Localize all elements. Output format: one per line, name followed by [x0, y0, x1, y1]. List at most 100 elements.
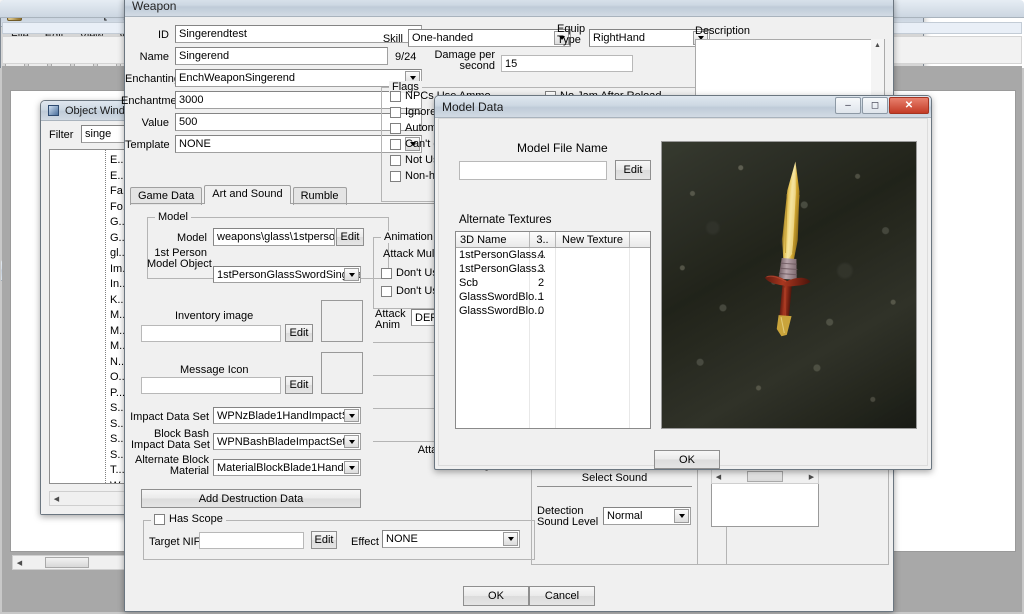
skill-combo[interactable]: One-handed [408, 29, 571, 47]
model-data-window-controls[interactable]: – ◻ ✕ [835, 97, 929, 114]
col-new-texture[interactable]: New Texture [556, 232, 630, 247]
cell-new-texture [556, 304, 630, 318]
model-preview-viewport[interactable] [661, 141, 917, 429]
chevron-down-icon[interactable] [503, 532, 518, 546]
table-row-empty[interactable] [456, 402, 650, 416]
checkbox-icon[interactable] [390, 154, 401, 166]
table-row[interactable]: 1stPersonGlass... 3 [456, 262, 650, 276]
impact-data-set-combo[interactable]: WPNzBlade1HandImpactSet [213, 407, 361, 424]
weapon-tab-strip[interactable]: Game Data Art and Sound Rumble [130, 185, 349, 205]
first-person-model-value: 1stPersonGlassSwordSingerend [217, 269, 361, 281]
maximize-icon[interactable]: ◻ [862, 97, 888, 114]
has-scope-checkbox[interactable]: Has Scope [151, 513, 226, 525]
description-label: Description [695, 25, 751, 37]
table-row[interactable]: GlassSwordBlo... 0 [456, 304, 650, 318]
checkbox-icon[interactable] [154, 513, 165, 525]
first-person-model-combo[interactable]: 1stPersonGlassSwordSingerend [213, 266, 361, 283]
cell-spacer [630, 304, 650, 318]
name-char-counter: 9/24 [395, 51, 417, 63]
cell-3d-name: Scb [456, 276, 530, 290]
checkbox-icon[interactable] [390, 170, 401, 182]
model-path-input[interactable]: weapons\glass\1stpersongla: [213, 228, 335, 246]
attack-anim-label: Attack Anim [375, 308, 406, 331]
message-icon-thumbnail[interactable] [321, 352, 363, 394]
scroll-up-icon[interactable]: ▲ [871, 39, 884, 52]
alternate-textures-header[interactable]: 3D Name 3.. New Texture [456, 232, 650, 248]
detection-sound-level-combo[interactable]: Normal [603, 507, 691, 525]
checkbox-icon[interactable] [390, 122, 401, 134]
first-person-model-label: 1st Person Model Object [147, 247, 212, 270]
alternate-block-combo[interactable]: MaterialBlockBlade1Hand [213, 459, 361, 476]
name-input[interactable]: Singerend [175, 47, 388, 65]
chevron-down-icon[interactable] [344, 409, 359, 422]
table-row-empty[interactable] [456, 332, 650, 346]
checkbox-icon[interactable] [381, 285, 392, 297]
alternate-textures-rows[interactable]: 1stPersonGlass... 4 1stPersonGlass... 3 Scb 2… [456, 248, 650, 428]
scroll-left-icon[interactable]: ◀ [712, 470, 725, 483]
scroll-left-icon[interactable]: ◀ [13, 556, 26, 569]
message-icon-input[interactable] [141, 377, 281, 394]
equip-type-value: RightHand [593, 32, 645, 44]
table-row[interactable]: GlassSwordBlo... 1 [456, 290, 650, 304]
inventory-image-edit-button[interactable]: Edit [285, 324, 313, 342]
col-index[interactable]: 3.. [530, 232, 556, 247]
target-nif-input[interactable] [199, 532, 304, 549]
table-row-empty[interactable] [456, 388, 650, 402]
block-bash-combo[interactable]: WPNBashBladeImpactSet [213, 433, 361, 450]
message-icon-label: Message Icon [180, 364, 249, 376]
close-icon[interactable]: ✕ [889, 97, 929, 114]
model-data-ok-button[interactable]: OK [654, 450, 720, 469]
block-bash-label: Block Bash Impact Data Set [131, 428, 210, 451]
skill-label: Skill [382, 33, 403, 45]
inventory-image-thumbnail[interactable] [321, 300, 363, 342]
add-destruction-data-button[interactable]: Add Destruction Data [141, 489, 361, 508]
chevron-down-icon[interactable] [674, 509, 689, 523]
chevron-down-icon[interactable] [344, 461, 359, 474]
table-row-empty[interactable] [456, 416, 650, 428]
tab-art-and-sound[interactable]: Art and Sound [204, 185, 291, 204]
cell-view-hscroll-thumb[interactable] [45, 557, 89, 568]
scroll-right-icon[interactable]: ▶ [805, 470, 818, 483]
weapon-cancel-button[interactable]: Cancel [529, 586, 595, 606]
minimize-icon[interactable]: – [835, 97, 861, 114]
table-row-empty[interactable] [456, 374, 650, 388]
scroll-left-icon[interactable]: ◀ [50, 492, 63, 505]
table-row[interactable]: 1stPersonGlass... 4 [456, 248, 650, 262]
table-row-empty[interactable] [456, 318, 650, 332]
has-scope-label: Has Scope [169, 513, 223, 525]
enchanting-combo[interactable]: EnchWeaponSingerend [175, 69, 422, 87]
weapon-ok-button[interactable]: OK [463, 586, 529, 606]
chevron-down-icon[interactable] [344, 268, 359, 281]
dps-input[interactable]: 15 [501, 55, 633, 72]
table-row-empty[interactable] [456, 360, 650, 374]
alternate-textures-label: Alternate Textures [459, 214, 552, 226]
table-row-empty[interactable] [456, 346, 650, 360]
checkbox-icon[interactable] [390, 106, 401, 118]
cell-spacer [630, 276, 650, 290]
alternate-textures-table[interactable]: 3D Name 3.. New Texture 1stPersonGlass..… [455, 231, 651, 429]
effect-combo[interactable]: NONE [382, 530, 520, 548]
chevron-down-icon[interactable] [344, 435, 359, 448]
select-sound-button[interactable]: Select Sound [537, 469, 692, 487]
col-3d-name[interactable]: 3D Name [456, 232, 530, 247]
inventory-image-input[interactable] [141, 325, 281, 342]
detection-sound-level-label: Detection Sound Level [537, 505, 599, 528]
checkbox-icon[interactable] [390, 90, 401, 102]
model-file-edit-button[interactable]: Edit [615, 160, 651, 180]
checkbox-icon[interactable] [390, 138, 401, 150]
table-row[interactable]: Scb 2 [456, 276, 650, 290]
checkbox-icon[interactable] [381, 267, 392, 279]
col-spacer[interactable] [630, 232, 650, 247]
cell-index: 1 [530, 290, 556, 304]
keywords-hscrollbar[interactable]: ◀ ▶ [711, 469, 819, 484]
impact-data-set-label: Impact Data Set [130, 411, 209, 423]
equip-type-combo[interactable]: RightHand [589, 29, 710, 47]
model-file-name-input[interactable] [459, 161, 607, 180]
model-edit-button[interactable]: Edit [336, 228, 364, 246]
id-label: ID [158, 29, 169, 41]
message-icon-edit-button[interactable]: Edit [285, 376, 313, 394]
target-nif-edit-button[interactable]: Edit [311, 531, 337, 549]
keywords-hscroll-thumb[interactable] [747, 471, 783, 482]
name-label: Name [139, 51, 169, 63]
effect-label: Effect [351, 536, 379, 548]
